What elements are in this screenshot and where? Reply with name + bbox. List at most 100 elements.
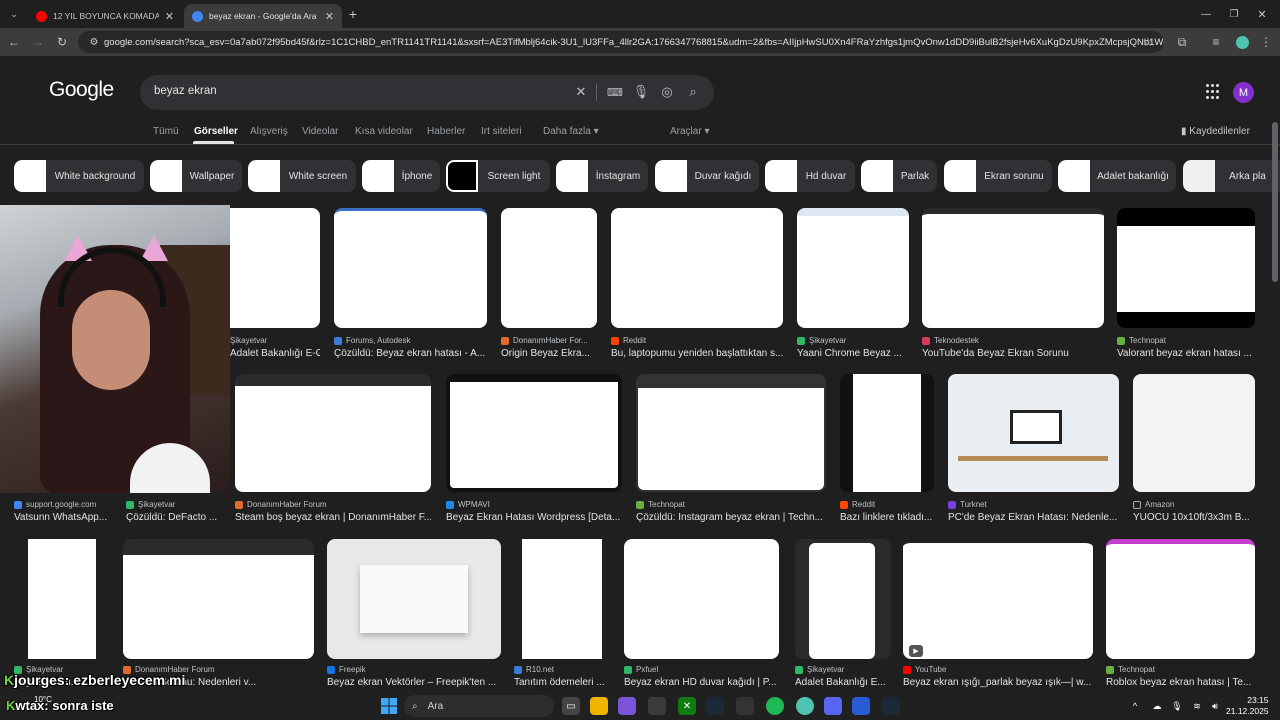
image-result[interactable]: Şikayetvar Adalet Bakanlığı E-Gö... bbox=[230, 208, 320, 360]
chip[interactable]: White background bbox=[14, 160, 144, 192]
chip[interactable]: İnstagram bbox=[556, 160, 648, 192]
window-close-icon[interactable]: ✕ bbox=[1252, 4, 1272, 24]
tab-images[interactable]: Görseller bbox=[194, 126, 238, 137]
image-result[interactable]: Technopat Valorant beyaz ekran hatası ..… bbox=[1117, 208, 1255, 360]
chip[interactable]: Arka pla bbox=[1183, 160, 1280, 192]
tab-web[interactable]: Irt siteleri bbox=[481, 126, 522, 137]
app-icon[interactable] bbox=[648, 697, 666, 715]
site-info-icon[interactable]: ⚙ bbox=[84, 32, 104, 52]
image-result[interactable]: Forums, Autodesk Çözüldü: Beyaz ekran ha… bbox=[334, 208, 487, 360]
copilot-icon[interactable] bbox=[618, 697, 636, 715]
menu-icon[interactable]: ⋮ bbox=[1256, 32, 1276, 52]
tools-button[interactable]: Araçlar ▾ bbox=[670, 126, 710, 137]
result-source: Technopat bbox=[1106, 665, 1255, 674]
volume-icon[interactable]: 🔊︎ bbox=[1206, 697, 1224, 715]
image-result[interactable]: Freepik Beyaz ekran Vektörler – Freepik'… bbox=[327, 539, 501, 691]
scrollbar[interactable] bbox=[1272, 122, 1278, 282]
steam-icon[interactable] bbox=[706, 697, 724, 715]
image-result[interactable]: ▶ YouTube Beyaz ekran ışığı_parlak beyaz… bbox=[903, 539, 1093, 691]
tab-short-videos[interactable]: Kısa videolar bbox=[355, 126, 413, 137]
avatar[interactable]: M bbox=[1233, 82, 1254, 103]
image-result[interactable]: WPMAVI Beyaz Ekran Hatası Wordpress [Det… bbox=[446, 374, 622, 524]
chip[interactable]: Ekran sorunu bbox=[944, 160, 1052, 192]
search-box[interactable]: beyaz ekran ✕ ⌨ 🎙︎ ◎ ⌕ bbox=[140, 75, 714, 110]
image-result[interactable]: Technopat Çözüldü: Instagram beyaz ekran… bbox=[636, 374, 826, 524]
image-result[interactable]: Turknet PC'de Beyaz Ekran Hatası: Nedenl… bbox=[948, 374, 1119, 524]
microphone-icon[interactable]: 🎙︎ bbox=[1168, 697, 1186, 715]
close-icon[interactable]: ✕ bbox=[165, 10, 174, 23]
image-result[interactable]: R10.net Tanıtım ödemeleri ... bbox=[514, 539, 610, 691]
image-result[interactable]: Teknodestek YouTube'da Beyaz Ekran Sorun… bbox=[922, 208, 1104, 360]
microphone-icon[interactable]: 🎙︎ bbox=[632, 83, 650, 101]
app-icon[interactable] bbox=[852, 697, 870, 715]
image-result[interactable]: Pxfuel Beyaz ekran HD duvar kağıdı | P..… bbox=[624, 539, 779, 691]
reload-icon[interactable]: ↻ bbox=[52, 32, 72, 52]
chip[interactable]: White screen bbox=[248, 160, 356, 192]
chrome-icon[interactable] bbox=[796, 697, 814, 715]
address-bar[interactable]: google.com/search?sca_esv=0a7ab072f95bd4… bbox=[78, 31, 1164, 53]
chat-overlay-line: Kwtax: sonra iste bbox=[6, 698, 114, 713]
steam-icon[interactable] bbox=[882, 697, 900, 715]
windows-start-icon[interactable] bbox=[380, 697, 398, 715]
source-name: Technopat bbox=[1118, 665, 1155, 674]
close-icon[interactable]: ✕ bbox=[325, 10, 334, 23]
image-result[interactable]: DonanımHaber For... Origin Beyaz Ekra... bbox=[501, 208, 597, 360]
restore-icon[interactable]: ❐ bbox=[1224, 4, 1244, 24]
network-icon[interactable]: ☁ bbox=[1148, 697, 1166, 715]
chip[interactable]: Parlak bbox=[861, 160, 937, 192]
keyboard-icon[interactable]: ⌨ bbox=[606, 83, 624, 101]
chip[interactable]: Duvar kağıdı bbox=[655, 160, 759, 192]
phone-screen bbox=[853, 374, 921, 492]
tab-streaming[interactable]: 12 YIL BOYUNCA KOMADA SA ✕ bbox=[28, 4, 182, 28]
image-result[interactable]: Şikayetvar Beyaz Ekran... bbox=[14, 539, 110, 691]
minimize-icon[interactable]: — bbox=[1196, 4, 1216, 24]
chip[interactable]: Hd duvar bbox=[765, 160, 855, 192]
back-icon[interactable]: ← bbox=[4, 32, 24, 52]
saved-button[interactable]: ▮ Kaydedilenler bbox=[1181, 126, 1250, 137]
chip[interactable]: Wallpaper bbox=[150, 160, 242, 192]
chip[interactable]: İphone bbox=[362, 160, 440, 192]
tab-search-icon[interactable]: ⌄ bbox=[4, 4, 24, 24]
wifi-icon[interactable]: ≋ bbox=[1188, 697, 1206, 715]
source-name: Technopat bbox=[648, 500, 685, 509]
app-icon[interactable] bbox=[736, 697, 754, 715]
xbox-icon[interactable]: ✕ bbox=[678, 697, 696, 715]
plus-icon[interactable]: + bbox=[343, 4, 363, 24]
source-favicon-icon bbox=[327, 665, 335, 674]
result-source: Amazon bbox=[1133, 500, 1255, 509]
chip[interactable]: Adalet bakanlığı bbox=[1058, 160, 1176, 192]
spotify-icon[interactable] bbox=[766, 697, 784, 715]
file-explorer-icon[interactable] bbox=[590, 697, 608, 715]
forward-icon[interactable]: → bbox=[28, 32, 48, 52]
camera-lens-icon[interactable]: ◎ bbox=[658, 83, 676, 101]
apps-grid-icon[interactable] bbox=[1206, 84, 1222, 100]
image-result[interactable]: Reddit Bu, laptopumu yeniden başlattıkta… bbox=[611, 208, 783, 360]
chip[interactable]: Screen light bbox=[446, 160, 550, 192]
clock[interactable]: 23:15 21.12.2025 bbox=[1226, 695, 1269, 717]
search-input[interactable]: beyaz ekran bbox=[154, 85, 217, 97]
reading-list-icon[interactable]: ≡ bbox=[1206, 32, 1226, 52]
tab-news[interactable]: Haberler bbox=[427, 126, 465, 137]
image-result[interactable]: Şikayetvar Adalet Bakanlığı E... bbox=[795, 539, 891, 691]
discord-icon[interactable] bbox=[824, 697, 842, 715]
image-result[interactable]: Amazon YUOCU 10x10ft/3x3m B... bbox=[1133, 374, 1255, 524]
tab-all[interactable]: Tümü bbox=[153, 126, 179, 137]
search-icon[interactable]: ⌕ bbox=[684, 83, 702, 101]
image-result[interactable]: Şikayetvar Yaani Chrome Beyaz ... bbox=[797, 208, 909, 360]
tab-shopping[interactable]: Alışveriş bbox=[250, 126, 288, 137]
image-result[interactable]: DonanımHaber Forum Steam boş beyaz ekran… bbox=[235, 374, 431, 524]
tab-google-search[interactable]: beyaz ekran - Google'da Ara ✕ bbox=[184, 4, 342, 28]
tab-more[interactable]: Daha fazla ▾ bbox=[543, 126, 599, 137]
image-result[interactable]: Reddit Bazı linklere tıkladı... bbox=[840, 374, 934, 524]
clear-icon[interactable]: ✕ bbox=[572, 83, 590, 101]
task-view-icon[interactable]: ▭ bbox=[562, 697, 580, 715]
image-result[interactable]: DonanımHaber Forum ...Ekran Sorunu: Nede… bbox=[123, 539, 314, 691]
extensions-icon[interactable]: ⧉ bbox=[1172, 32, 1192, 52]
profile-icon[interactable] bbox=[1232, 32, 1252, 52]
taskbar-search[interactable]: ⌕ Ara bbox=[404, 695, 554, 717]
bookmark-star-icon[interactable]: ☆ bbox=[1138, 32, 1158, 52]
chevron-up-icon[interactable]: ^ bbox=[1126, 697, 1144, 715]
tab-videos[interactable]: Videolar bbox=[302, 126, 339, 137]
image-result[interactable]: Technopat Roblox beyaz ekran hatası | Te… bbox=[1106, 539, 1255, 691]
google-logo[interactable]: Google bbox=[49, 78, 114, 102]
